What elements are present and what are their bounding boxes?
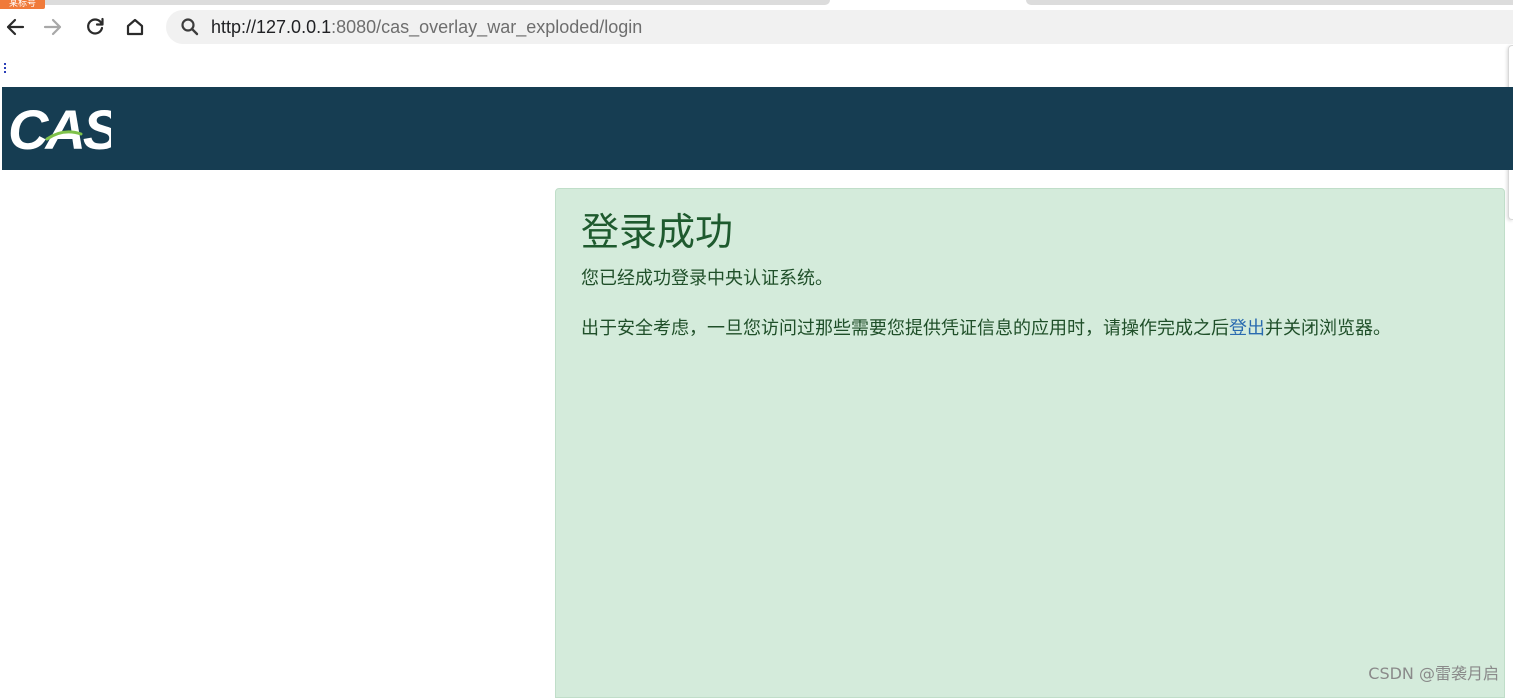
search-icon <box>181 18 199 36</box>
browser-tab[interactable] <box>0 0 830 5</box>
reload-icon <box>87 17 104 35</box>
logout-link[interactable]: 登出 <box>1229 318 1265 339</box>
arrow-right-icon <box>43 18 62 36</box>
panel-title: 登录成功 <box>581 210 734 254</box>
cas-logo: CAS <box>8 101 111 153</box>
tab-strip: 某标号 <box>0 0 1513 9</box>
browser-toolbar: http://127.0.0.1:8080/cas_overlay_war_ex… <box>0 9 1513 45</box>
tab-badge: 某标号 <box>0 0 45 9</box>
success-message: 您已经成功登录中央认证系统。 <box>581 268 833 289</box>
login-success-panel: 登录成功 您已经成功登录中央认证系统。 出于安全考虑，一旦您访问过那些需要您提供… <box>555 188 1505 698</box>
watermark: CSDN @雷袭月启 <box>1368 664 1499 683</box>
logo-text: CAS <box>8 101 111 153</box>
notice-before: 出于安全考虑，一旦您访问过那些需要您提供凭证信息的应用时，请操作完成之后 <box>581 318 1229 339</box>
arrow-left-icon <box>6 18 25 36</box>
security-notice: 出于安全考虑，一旦您访问过那些需要您提供凭证信息的应用时，请操作完成之后登出并关… <box>581 316 1391 342</box>
page-marker <box>4 63 8 73</box>
url-path: :8080/cas_overlay_war_exploded/login <box>331 17 643 37</box>
forward-button[interactable] <box>38 12 68 42</box>
notice-after: 并关闭浏览器。 <box>1265 318 1391 339</box>
browser-tab[interactable] <box>1026 0 1513 5</box>
url-host: http://127.0.0.1 <box>211 17 332 37</box>
url-text[interactable]: http://127.0.0.1:8080/cas_overlay_war_ex… <box>211 10 642 44</box>
address-bar[interactable]: http://127.0.0.1:8080/cas_overlay_war_ex… <box>166 10 1513 44</box>
reload-button[interactable] <box>80 12 110 42</box>
cas-header: CAS <box>2 87 1513 170</box>
home-button[interactable] <box>120 12 150 42</box>
back-button[interactable] <box>0 12 30 42</box>
home-icon <box>126 18 144 36</box>
